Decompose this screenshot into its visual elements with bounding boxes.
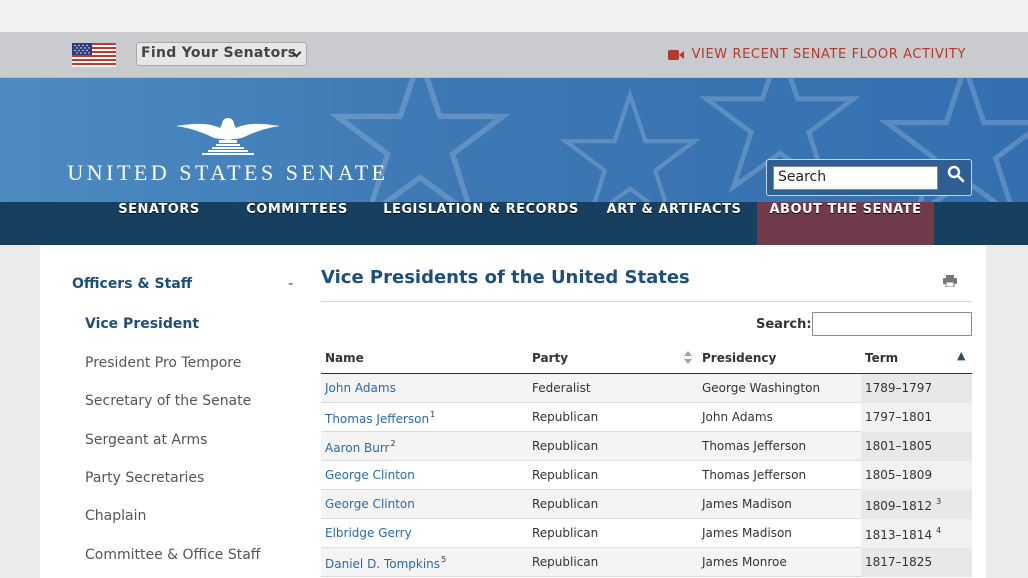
sidebar-item-committee-office-staff[interactable]: Committee & Office Staff (85, 547, 260, 563)
party-cell: Republican (532, 439, 599, 453)
decorative-star-icon (560, 88, 700, 202)
term-cell: 1805–1809 (865, 468, 932, 482)
vice-president-name: Thomas Jefferson (325, 412, 430, 426)
nav-art-artifacts[interactable]: ART & ARTIFACTS (604, 202, 744, 245)
term-cell: 1801–1805 (865, 439, 932, 453)
party-cell: Republican (532, 410, 599, 424)
presidency-cell: George Washington (702, 381, 821, 395)
video-camera-icon (667, 49, 684, 61)
term-value: 1813–1814 (865, 528, 933, 542)
eagle-emblem-icon (176, 118, 280, 155)
search-icon[interactable] (947, 165, 965, 183)
table-row: George Clinton Republican James Madison 180… (321, 490, 972, 519)
term-cell: 1809–1812 3 (865, 497, 941, 513)
site-search: Search (766, 159, 972, 196)
sidebar-item-vice-president[interactable]: Vice President (85, 316, 199, 332)
vice-president-name-link[interactable]: Elbridge Gerry (325, 526, 412, 540)
term-value: 1789–1797 (865, 381, 933, 395)
table-search-label: Search: (756, 317, 812, 332)
site-search-input[interactable]: Search (773, 166, 938, 190)
party-cell: Republican (532, 468, 599, 482)
presidency-cell: James Monroe (702, 555, 787, 569)
find-senators-label: Find Your Senators (141, 45, 297, 61)
vice-president-name-link[interactable]: Daniel D. Tompkins5 (325, 555, 446, 571)
term-cell: 1813–1814 4 (865, 526, 941, 542)
printer-icon[interactable] (943, 275, 957, 287)
column-header-term[interactable]: Term (865, 351, 898, 365)
nav-committees[interactable]: COMMITTEES (238, 202, 356, 245)
sidebar-item-secretary-of-the-senate[interactable]: Secretary of the Senate (85, 393, 251, 409)
table-row: John Adams Federalist George Washington 178… (321, 374, 972, 403)
term-value: 1809–1812 (865, 499, 933, 513)
vice-president-name-link[interactable]: Thomas Jefferson1 (325, 410, 435, 426)
vice-president-name: Aaron Burr (325, 441, 390, 455)
presidency-cell: Thomas Jefferson (702, 468, 807, 482)
footnote-marker[interactable]: 4 (936, 526, 941, 535)
party-cell: Federalist (532, 381, 591, 395)
vice-president-name: George Clinton (325, 468, 415, 482)
term-cell: 1797–1801 (865, 410, 932, 424)
sidebar-item-chaplain[interactable]: Chaplain (85, 508, 146, 524)
nav-about-the-senate[interactable]: ABOUT THE SENATE (757, 202, 934, 245)
main-nav: SENATORS COMMITTEES LEGISLATION & RECORD… (0, 202, 1028, 245)
floor-activity-link[interactable]: VIEW RECENT SENATE FLOOR ACTIVITY (667, 47, 966, 62)
column-header-name[interactable]: Name (325, 351, 364, 365)
vice-president-name-link[interactable]: George Clinton (325, 468, 415, 482)
utility-bar: Find Your Senators VIEW RECENT SENATE FL… (0, 32, 1028, 78)
top-strip (0, 0, 1028, 32)
presidency-cell: James Madison (702, 497, 792, 511)
term-value: 1817–1825 (865, 555, 933, 569)
vice-president-name-link[interactable]: George Clinton (325, 497, 415, 511)
table-row: Elbridge Gerry Republican James Madison 181… (321, 519, 972, 548)
party-cell: Republican (532, 497, 599, 511)
column-header-presidency[interactable]: Presidency (702, 351, 776, 365)
senate-wordmark: UNITED STATES SENATE (67, 160, 389, 185)
find-senators-select[interactable]: Find Your Senators (136, 42, 307, 66)
nav-legislation-records[interactable]: LEGISLATION & RECORDS (382, 202, 580, 245)
sort-arrows-icon[interactable] (684, 351, 692, 365)
page-title: Vice Presidents of the United States (321, 267, 690, 288)
term-value: 1801–1805 (865, 439, 933, 453)
vice-president-name: John Adams (325, 381, 396, 395)
term-value: 1797–1801 (865, 410, 933, 424)
vice-president-name: Elbridge Gerry (325, 526, 412, 540)
table-row: George Clinton Republican Thomas Jefferson… (321, 461, 972, 490)
party-cell: Republican (532, 555, 599, 569)
term-cell: 1817–1825 (865, 555, 932, 569)
table-row: Daniel D. Tompkins5 Republican James Monro… (321, 548, 972, 577)
nav-senators[interactable]: SENATORS (108, 202, 210, 245)
sidebar-item-president-pro-tempore[interactable]: President Pro Tempore (85, 355, 241, 371)
us-flag-icon (72, 43, 116, 67)
sidebar-item-party-secretaries[interactable]: Party Secretaries (85, 470, 204, 486)
sidebar-item-sergeant-at-arms[interactable]: Sergeant at Arms (85, 432, 207, 448)
column-header-party[interactable]: Party (532, 351, 568, 365)
footnote-marker[interactable]: 3 (936, 497, 941, 506)
table-row: Aaron Burr2 Republican Thomas Jefferson 180… (321, 432, 972, 461)
table-header: Name Party Presidency Term ▲ (321, 344, 972, 374)
presidency-cell: John Adams (702, 410, 773, 424)
sidebar-heading[interactable]: Officers & Staff (72, 276, 192, 292)
table-row: Thomas Jefferson1 Republican John Adams 179… (321, 403, 972, 432)
senate-logo[interactable]: UNITED STATES SENATE (62, 114, 394, 186)
sidebar-collapse-toggle[interactable]: - (288, 274, 293, 292)
floor-activity-label: VIEW RECENT SENATE FLOOR ACTIVITY (691, 47, 966, 62)
vice-president-name: George Clinton (325, 497, 415, 511)
title-divider (321, 301, 972, 302)
vice-president-name-link[interactable]: John Adams (325, 381, 396, 395)
footnote-marker[interactable]: 5 (441, 555, 446, 564)
masthead: UNITED STATES SENATE Search (0, 78, 1028, 202)
footnote-marker[interactable]: 1 (430, 410, 435, 419)
table-search-input[interactable] (812, 312, 972, 336)
vice-president-name: Daniel D. Tompkins (325, 557, 441, 571)
party-cell: Republican (532, 526, 599, 540)
term-value: 1805–1809 (865, 468, 933, 482)
presidency-cell: James Madison (702, 526, 792, 540)
footnote-marker[interactable]: 2 (391, 439, 396, 448)
term-cell: 1789–1797 (865, 381, 932, 395)
vice-president-name-link[interactable]: Aaron Burr2 (325, 439, 396, 455)
sort-ascending-icon[interactable]: ▲ (957, 349, 965, 362)
presidency-cell: Thomas Jefferson (702, 439, 807, 453)
